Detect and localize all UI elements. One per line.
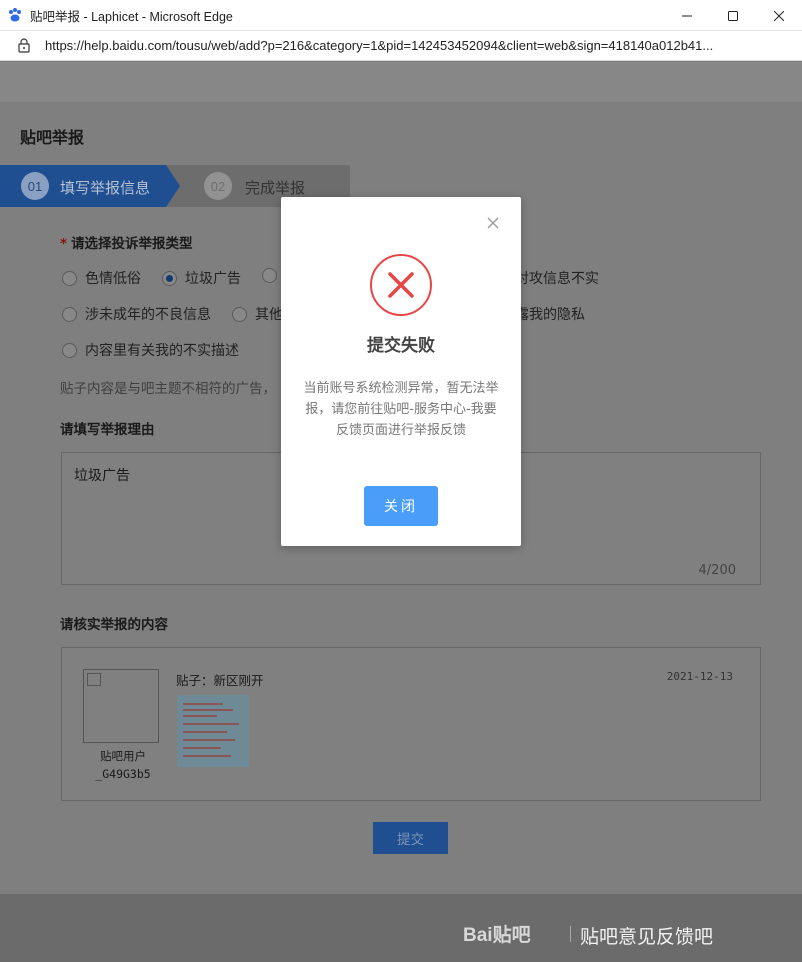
radio-circle[interactable] [62,270,77,286]
radio-option[interactable]: 内容里有关我的不实描述 [62,340,239,360]
required-mark: * [60,236,68,252]
radio-option-label-partial: 露我的隐私 [515,304,585,324]
radio-option[interactable]: 其他 [232,304,283,324]
lock-icon[interactable] [17,38,31,54]
radio-label: 对攻信息不实 [515,271,599,287]
radio-label: 垃圾广告 [185,271,241,287]
radio-option[interactable]: 垃圾广告 [162,268,241,288]
dialog-message: 当前账号系统检测异常，暂无法举报，请您前往贴吧-服务中心-我要反馈页面进行举报反… [303,381,499,438]
radio-circle[interactable] [232,306,247,322]
dialog-close-icon[interactable] [486,216,500,230]
post-thumbnail[interactable] [177,695,249,767]
minimize-icon[interactable] [664,0,710,31]
url-text[interactable]: https://help.baidu.com/tousu/web/add?p=2… [45,38,785,53]
submit-button[interactable]: 提交 [373,822,448,854]
type-hint: 贴子内容是与吧主题不相符的广告， [60,381,276,397]
title-bar: 贴吧举报 - Laphicet - Microsoft Edge [0,0,802,31]
feedback-link[interactable]: 贴吧意见反馈吧 [580,922,713,949]
type-question-label: * 请选择投诉举报类型 [60,232,193,252]
radio-circle[interactable] [62,342,77,358]
baidu-paw-icon [6,6,24,24]
radio-label: 涉未成年的不良信息 [85,307,211,323]
avatar[interactable] [83,669,159,743]
verify-label: 请核实举报的内容 [60,617,168,633]
char-counter: 4/200 [698,563,736,578]
close-icon[interactable] [756,0,802,31]
radio-circle[interactable] [162,270,177,286]
reported-content: 贴吧用户_G49G3b5 贴子：新区刚开 2021-12-13 [61,647,761,801]
radio-option[interactable]: 色情低俗 [62,268,141,288]
reason-label: 请填写举报理由 [60,422,155,438]
baidu-tieba-logo[interactable]: Bai贴吧 [463,920,531,947]
step-1-arrow [166,165,180,207]
step-1-label: 填写举报信息 [60,179,151,197]
maximize-icon[interactable] [710,0,756,31]
radio-label: 色情低俗 [85,271,141,287]
window-title: 贴吧举报 - Laphicet - Microsoft Edge [30,9,233,24]
error-dialog: 提交失败 当前账号系统检测异常，暂无法举报，请您前往贴吧-服务中心-我要反馈页面… [281,197,521,546]
footer-divider [570,926,571,942]
broken-image-icon [87,673,101,686]
dialog-title: 提交失败 [367,336,435,356]
radio-circle[interactable] [62,306,77,322]
step-2-number: 02 [204,172,232,200]
post-title[interactable]: 贴子：新区刚开 [176,670,264,689]
radio-label: 露我的隐私 [515,307,585,323]
post-date: 2021-12-13 [666,670,733,683]
radio-option[interactable]: 涉未成年的不良信息 [62,304,211,324]
username[interactable]: 贴吧用户_G49G3b5 [78,747,168,783]
error-x-icon [369,253,433,317]
radio-circle[interactable] [262,268,277,283]
page-header-band [0,62,802,102]
radio-label: 内容里有关我的不实描述 [85,343,239,359]
page-footer: Bai贴吧 贴吧意见反馈吧 [0,894,802,962]
step-1-number: 01 [21,172,49,200]
close-button[interactable]: 关闭 [364,486,438,526]
radio-option-label-partial: 对攻信息不实 [515,268,599,288]
radio-label: 其他 [255,307,283,323]
step-2-label: 完成举报 [245,179,306,197]
address-bar[interactable]: https://help.baidu.com/tousu/web/add?p=2… [0,31,802,61]
type-question-text: 请选择投诉举报类型 [71,236,193,252]
reason-value: 垃圾广告 [74,468,130,484]
page-title: 贴吧举报 [20,128,85,147]
